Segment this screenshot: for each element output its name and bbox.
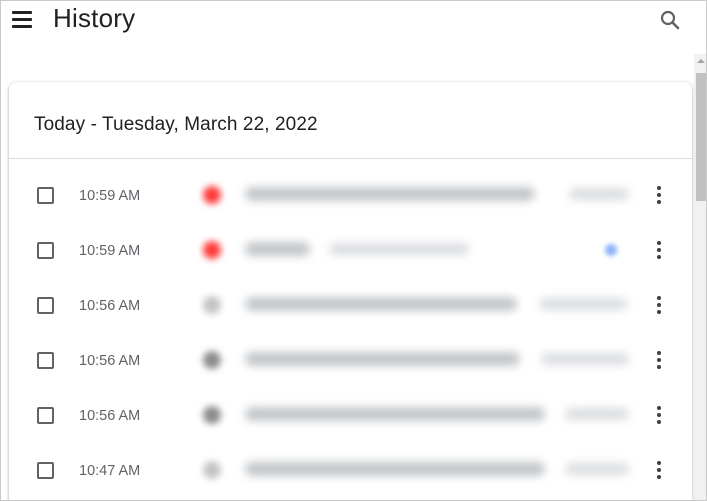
more-vert-icon: [657, 186, 661, 190]
divider: [9, 158, 692, 159]
more-vert-icon: [657, 413, 661, 417]
visit-time: 10:47 AM: [79, 463, 141, 479]
visit-time: 10:56 AM: [79, 298, 141, 314]
search-button[interactable]: [658, 8, 682, 32]
page-domain: [569, 188, 629, 200]
date-heading: Today - Tuesday, March 22, 2022: [34, 114, 318, 135]
site-favicon-icon: [203, 461, 221, 479]
more-actions-button[interactable]: [651, 238, 667, 262]
menu-icon-bar: [12, 25, 32, 28]
scroll-up-arrow-icon: [697, 59, 705, 63]
history-row: 10:47 AM: [9, 444, 692, 499]
visit-time: 10:56 AM: [79, 353, 141, 369]
history-row: 10:59 AM: [9, 169, 692, 224]
menu-button[interactable]: [12, 11, 32, 29]
site-favicon-icon: [203, 186, 221, 204]
visit-time: 10:56 AM: [79, 408, 141, 424]
more-actions-button[interactable]: [651, 293, 667, 317]
more-vert-icon: [657, 193, 661, 197]
more-vert-icon: [657, 255, 661, 259]
page-title-link[interactable]: [245, 242, 310, 256]
page-domain: [329, 243, 469, 255]
more-vert-icon: [657, 420, 661, 424]
more-vert-icon: [657, 296, 661, 300]
more-vert-icon: [657, 303, 661, 307]
history-row: 10:59 AM: [9, 224, 692, 279]
page-domain: [565, 408, 629, 420]
more-vert-icon: [657, 365, 661, 369]
site-favicon-icon: [203, 241, 221, 259]
search-icon: [660, 10, 680, 30]
page-title-link[interactable]: [245, 462, 545, 476]
page-title-link[interactable]: [245, 187, 535, 201]
scroll-up-button[interactable]: [694, 54, 706, 68]
more-vert-icon: [657, 468, 661, 472]
page-domain: [539, 298, 627, 310]
visit-time: 10:59 AM: [79, 188, 141, 204]
menu-icon-bar: [12, 11, 32, 14]
more-vert-icon: [657, 241, 661, 245]
menu-icon-bar: [12, 18, 32, 21]
more-actions-button[interactable]: [651, 403, 667, 427]
more-vert-icon: [657, 310, 661, 314]
scrollbar-thumb[interactable]: [696, 73, 706, 201]
site-favicon-icon: [203, 296, 221, 314]
history-row: 10:56 AM: [9, 389, 692, 444]
history-page: History Today - Tuesday, March 22, 2022 …: [0, 0, 707, 501]
history-list: 10:59 AM 10:59 AM 10:56 AM 10:56 AM 10:5…: [9, 169, 692, 499]
row-checkbox[interactable]: [37, 297, 54, 314]
more-vert-icon: [657, 475, 661, 479]
site-favicon-icon: [203, 351, 221, 369]
more-vert-icon: [657, 461, 661, 465]
row-checkbox[interactable]: [37, 187, 54, 204]
history-card: Today - Tuesday, March 22, 2022 10:59 AM…: [9, 82, 692, 500]
site-favicon-icon: [203, 406, 221, 424]
more-vert-icon: [657, 248, 661, 252]
history-row: 10:56 AM: [9, 279, 692, 334]
more-actions-button[interactable]: [651, 183, 667, 207]
top-bar: History: [1, 1, 706, 41]
page-domain: [565, 463, 629, 475]
more-vert-icon: [657, 358, 661, 362]
row-checkbox[interactable]: [37, 407, 54, 424]
more-actions-button[interactable]: [651, 348, 667, 372]
visit-time: 10:59 AM: [79, 243, 141, 259]
page-domain: [541, 353, 629, 365]
page-title-link[interactable]: [245, 352, 520, 366]
more-vert-icon: [657, 406, 661, 410]
more-vert-icon: [657, 200, 661, 204]
page-title-link[interactable]: [245, 407, 545, 421]
row-checkbox[interactable]: [37, 352, 54, 369]
synced-device-icon: [605, 244, 617, 256]
page-title: History: [53, 3, 136, 33]
page-title-link[interactable]: [245, 297, 517, 311]
more-actions-button[interactable]: [651, 458, 667, 482]
more-vert-icon: [657, 351, 661, 355]
row-checkbox[interactable]: [37, 242, 54, 259]
history-row: 10:56 AM: [9, 334, 692, 389]
row-checkbox[interactable]: [37, 462, 54, 479]
vertical-scrollbar[interactable]: [694, 54, 706, 500]
